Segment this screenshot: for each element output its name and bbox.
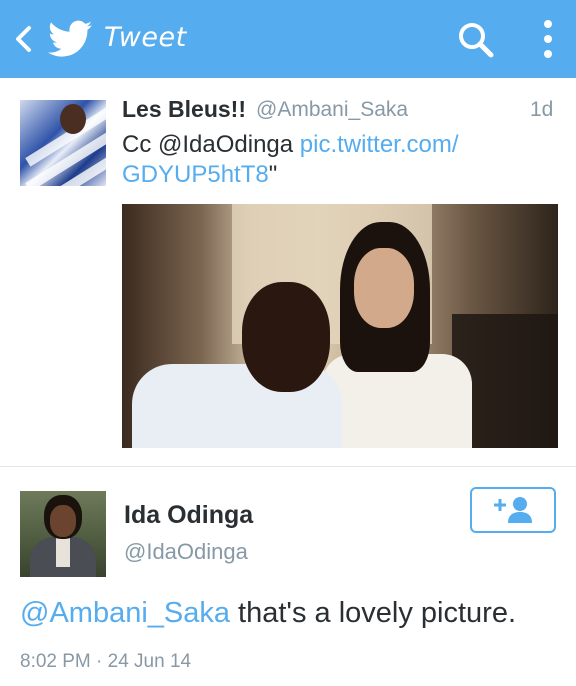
menu-dot [544, 35, 552, 43]
overflow-menu-icon[interactable] [536, 16, 560, 62]
avatar[interactable] [20, 491, 106, 577]
twitter-bird-icon[interactable] [48, 20, 92, 58]
follow-user-icon [494, 497, 532, 523]
tweet-timestamp: 8:02 PM · 24 Jun 14 [20, 651, 192, 672]
tweet-mention[interactable]: @IdaOdinga [158, 131, 293, 158]
tweet-time: 1d [530, 98, 554, 121]
tweet-author-name[interactable]: Les Bleus!! [122, 96, 246, 123]
follow-button[interactable] [470, 487, 556, 533]
tweet-detail: Ida Odinga @IdaOdinga @Ambani_Saka that'… [0, 467, 576, 686]
tweet-text: Cc @IdaOdinga pic.twitter.com/ GDYUP5htT… [122, 130, 552, 190]
tweet-text-suffix: " [268, 161, 278, 188]
search-button[interactable] [456, 20, 496, 60]
tweet-photo[interactable] [122, 204, 558, 448]
tweet-text: @Ambani_Saka that's a lovely picture. [20, 597, 516, 630]
tweet-author-handle[interactable]: @IdaOdinga [124, 539, 248, 565]
menu-dot [544, 20, 552, 28]
tweet-author-handle[interactable]: @Ambani_Saka [256, 98, 408, 122]
tweet-item[interactable]: Les Bleus!! @Ambani_Saka 1d Cc @IdaOding… [0, 78, 576, 468]
tweet-text-body: that's a lovely picture. [230, 597, 517, 629]
tweet-text-prefix: Cc [122, 131, 158, 158]
back-button[interactable] [8, 22, 38, 56]
avatar[interactable] [20, 100, 106, 186]
page-title: Tweet [104, 22, 187, 53]
tweet-author-name[interactable]: Ida Odinga [124, 501, 253, 530]
chevron-left-icon [16, 26, 31, 52]
search-icon [459, 23, 494, 58]
menu-dot [544, 50, 552, 58]
tweet-mention[interactable]: @Ambani_Saka [20, 597, 230, 629]
app-bar: Tweet [0, 0, 576, 78]
